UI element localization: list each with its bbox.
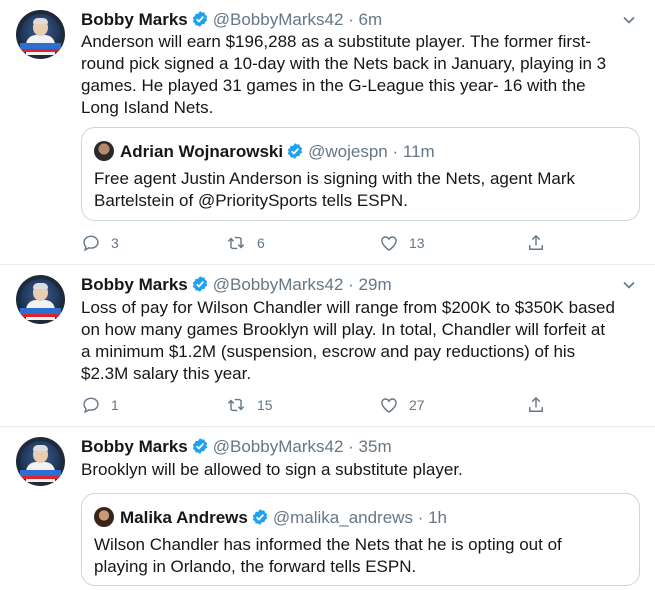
quote-text: Free agent Justin Anderson is signing wi… [94,168,575,212]
tweet-text: Brooklyn will be allowed to sign a subst… [81,459,641,481]
author-name[interactable]: Bobby Marks [81,10,188,29]
share-icon [529,396,543,412]
retweet-count: 6 [257,235,265,251]
tweet-text-line: Anderson will earn $196,288 as a substit… [81,32,591,51]
verified-badge-icon [286,142,304,166]
like-button[interactable]: 13 [379,233,425,253]
tweet[interactable]: Bobby Marks @BobbyMarks42 · 35m Brooklyn … [0,427,655,590]
author-name[interactable]: Bobby Marks [81,437,188,456]
tweet-text-line: round pick signed a 10-day with the Nets… [81,54,607,73]
retweet-icon [227,398,245,412]
quote-author-name: Malika Andrews [120,508,248,527]
quote-author-name: Adrian Wojnarowski [120,142,284,161]
heart-icon [381,236,397,251]
timestamp[interactable]: 35m [359,437,392,456]
reply-button[interactable]: 1 [81,395,119,415]
author-handle[interactable]: @BobbyMarks42 [213,275,344,294]
quote-author-handle: @malika_andrews [272,508,413,527]
quote-header: Malika Andrews @malika_andrews · 1h [94,507,447,532]
verified-badge-icon [191,275,209,299]
quote-author-handle: @wojespn [308,142,388,161]
verified-badge-icon [191,437,209,461]
chevron-down-icon[interactable] [621,12,637,33]
reply-icon [83,397,99,414]
quote-avatar [94,141,114,161]
tweet-header: Bobby Marks @BobbyMarks42 · 35m [81,436,392,461]
tweet-actions: 1 15 27 [81,395,561,417]
tweet-text-line: Loss of pay for Wilson Chandler will ran… [81,298,615,317]
avatar[interactable] [16,10,65,59]
tweet-text-line: a minimum $1.2M (suspension, escrow and … [81,342,576,361]
verified-badge-icon [251,508,269,532]
quote-avatar [94,507,114,527]
retweet-icon [227,236,245,250]
tweet-header: Bobby Marks @BobbyMarks42 · 29m [81,274,392,299]
like-count: 13 [409,235,425,251]
retweet-button[interactable]: 15 [225,395,273,415]
timestamp[interactable]: 29m [359,275,392,294]
author-name[interactable]: Bobby Marks [81,275,188,294]
author-handle[interactable]: @BobbyMarks42 [213,10,344,29]
quote-timestamp: 11m [402,142,435,161]
reply-count: 1 [111,397,119,413]
tweet-text-line: games. He played 31 games in the G-Leagu… [81,76,586,95]
tweet[interactable]: Bobby Marks @BobbyMarks42 · 29m Loss of p… [0,265,655,427]
tweet-text-line: Long Island Nets. [81,98,214,117]
quoted-tweet[interactable]: Malika Andrews @malika_andrews · 1h Wilso… [81,493,640,586]
quote-timestamp: 1h [428,508,448,527]
quote-text-line: Wilson Chandler has informed the Nets th… [94,535,562,554]
separator-dot: · [348,10,354,29]
avatar[interactable] [16,275,65,324]
retweet-count: 15 [257,397,273,413]
tweet-text-line: Brooklyn will be allowed to sign a subst… [81,460,463,479]
avatar[interactable] [16,437,65,486]
share-button[interactable] [526,395,546,415]
tweet[interactable]: Bobby Marks @BobbyMarks42 · 6m Anderson w… [0,0,655,265]
retweet-button[interactable]: 6 [225,233,265,253]
tweet-text: Anderson will earn $196,288 as a substit… [81,31,641,119]
reply-icon [83,235,99,252]
quote-text-line: Bartelstein of @PrioritySports tells ESP… [94,191,408,210]
share-button[interactable] [526,233,546,253]
separator-dot: · [348,275,354,294]
like-button[interactable]: 27 [379,395,425,415]
quote-text: Wilson Chandler has informed the Nets th… [94,534,562,578]
quote-text-line: playing in Orlando, the forward tells ES… [94,557,417,576]
quote-header: Adrian Wojnarowski @wojespn · 11m [94,141,435,166]
tweet-text-line: $2.3M salary this year. [81,364,252,383]
separator-dot: · [348,437,354,456]
tweet-actions: 3 6 13 [81,233,561,255]
timestamp[interactable]: 6m [359,10,383,29]
chevron-down-icon[interactable] [621,277,637,298]
reply-count: 3 [111,235,119,251]
like-count: 27 [409,397,425,413]
quoted-tweet[interactable]: Adrian Wojnarowski @wojespn · 11m Free ag… [81,127,640,221]
quote-text-line: Free agent Justin Anderson is signing wi… [94,169,575,188]
author-handle[interactable]: @BobbyMarks42 [213,437,344,456]
tweet-text-line: on how many games Brooklyn will play. In… [81,320,606,339]
share-icon [529,234,543,250]
heart-icon [381,398,397,413]
tweet-text: Loss of pay for Wilson Chandler will ran… [81,297,641,385]
reply-button[interactable]: 3 [81,233,119,253]
